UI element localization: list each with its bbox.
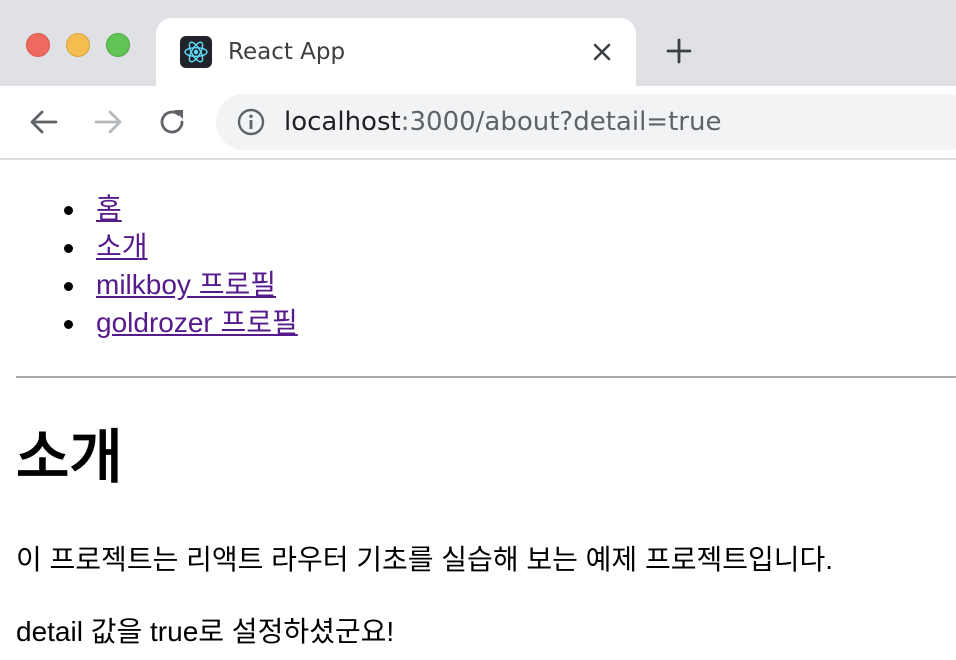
site-info-icon[interactable] [236,107,266,137]
tab-title: React App [228,39,346,65]
url-host: localhost [284,107,401,137]
milkboy-profile-link[interactable]: milkboy 프로필 [96,269,276,300]
browser-tab[interactable]: React App [156,18,636,86]
close-window-button[interactable] [26,33,50,57]
url-path: :3000/about?detail=true [400,107,722,137]
home-link[interactable]: 홈 [96,193,122,224]
description-text: 이 프로젝트는 리액트 라우터 기초를 실습해 보는 예제 프로젝트입니다. [16,544,834,575]
minimize-window-button[interactable] [66,33,90,57]
url-text[interactable]: localhost:3000/about?detail=true [284,106,721,138]
browser-titlebar: React App [0,0,956,86]
goldrozer-profile-link[interactable]: goldrozer 프로필 [96,307,298,338]
address-bar[interactable]: localhost:3000/about?detail=true [216,94,956,150]
react-logo-icon [180,36,212,68]
nav-item-about: 소개 [60,228,298,266]
browser-toolbar: localhost:3000/about?detail=true [0,86,956,160]
close-tab-icon[interactable] [588,38,616,66]
back-arrow-icon[interactable] [26,104,62,140]
nav-item-milkboy: milkboy 프로필 [60,266,298,304]
forward-arrow-icon[interactable] [90,104,126,140]
page-title: 소개 [16,425,123,490]
detail-message: detail 값을 true로 설정하셨군요! [16,616,395,647]
reload-icon[interactable] [154,104,190,140]
new-tab-plus-icon[interactable] [664,36,694,66]
page-content: 홈 소개 milkboy 프로필 goldrozer 프로필 소개 이 프로젝트… [0,160,956,660]
horizontal-rule [16,376,956,378]
nav-item-home: 홈 [60,190,298,228]
nav-item-goldrozer: goldrozer 프로필 [60,304,298,342]
about-link[interactable]: 소개 [96,231,148,262]
nav-list: 홈 소개 milkboy 프로필 goldrozer 프로필 [60,190,298,342]
zoom-window-button[interactable] [106,33,130,57]
